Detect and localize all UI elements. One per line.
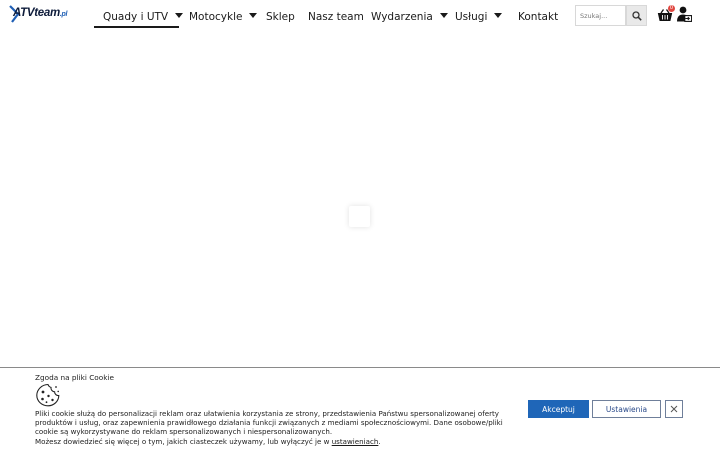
cookie-icon bbox=[36, 383, 60, 407]
cookie-text-main: Pliki cookie służą do personalizacji rek… bbox=[35, 409, 503, 437]
caret-down-icon bbox=[494, 13, 503, 18]
nav-item-label: Motocykle bbox=[189, 11, 243, 23]
accept-cookies-button[interactable]: Akceptuj bbox=[528, 400, 589, 418]
nav-item-kontakt[interactable]: Kontakt bbox=[518, 9, 558, 25]
cookie-settings-link[interactable]: ustawieniach bbox=[332, 437, 379, 446]
logo-brand: ATVteam bbox=[13, 7, 60, 19]
nav-item-label: Usługi bbox=[455, 11, 488, 23]
caret-down-icon bbox=[439, 13, 448, 18]
nav-item-nasz-team[interactable]: Nasz team bbox=[308, 9, 364, 25]
nav-item-label: Quady i UTV bbox=[103, 11, 169, 23]
loading-spinner bbox=[349, 206, 370, 227]
nav-item-label: Wydarzenia bbox=[371, 11, 433, 23]
nav-item-wydarzenia[interactable]: Wydarzenia bbox=[371, 9, 448, 25]
search-icon bbox=[631, 10, 642, 21]
cart-count-badge: 0 bbox=[668, 5, 675, 12]
logo-suffix: .pl bbox=[59, 11, 68, 18]
close-icon bbox=[670, 405, 678, 413]
nav-item-sklep[interactable]: Sklep bbox=[266, 9, 295, 25]
caret-down-icon bbox=[249, 13, 258, 18]
nav-item-motocykle[interactable]: Motocykle bbox=[189, 9, 258, 25]
user-login-icon[interactable] bbox=[677, 6, 692, 22]
nav-item-label: Kontakt bbox=[518, 11, 559, 23]
search-input[interactable] bbox=[575, 5, 626, 26]
caret-down-icon bbox=[175, 13, 184, 18]
nav-active-underline bbox=[94, 26, 179, 28]
nav-item-uslugi[interactable]: Usługi bbox=[455, 9, 503, 25]
cookie-text-end: . bbox=[378, 436, 381, 446]
nav-item-quady-i-utv[interactable]: Quady i UTV bbox=[103, 9, 184, 25]
nav-item-label: Sklep bbox=[266, 11, 295, 23]
close-cookie-bar-button[interactable] bbox=[665, 400, 683, 418]
nav-item-label: Nasz team bbox=[308, 11, 364, 23]
page: ATVteam.pl Quady i UTV Motocykle Sklep N… bbox=[0, 0, 720, 450]
cookie-settings-button[interactable]: Ustawienia bbox=[592, 400, 661, 418]
site-header: ATVteam.pl Quady i UTV Motocykle Sklep N… bbox=[0, 0, 720, 34]
search-button[interactable] bbox=[626, 5, 647, 26]
logo-text: ATVteam.pl bbox=[13, 7, 67, 19]
cookie-text-more: Możesz dowiedzieć się więcej o tym, jaki… bbox=[35, 436, 332, 446]
cookie-consent-bar: Zgoda na pliki Cookie Pliki cookie służą… bbox=[0, 367, 720, 450]
cookie-description: Pliki cookie służą do personalizacji rek… bbox=[35, 409, 510, 446]
cookie-title: Zgoda na pliki Cookie bbox=[35, 373, 114, 382]
